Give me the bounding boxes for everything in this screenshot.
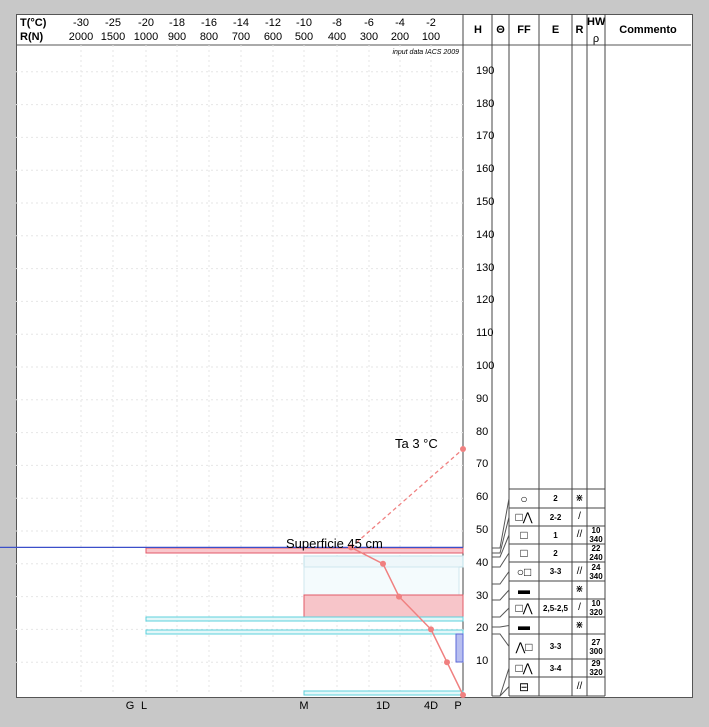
layer-connector: [492, 667, 510, 697]
surface-label: Superficie 45 cm: [286, 536, 383, 551]
layer-grain-size: 2,5-2,5: [543, 603, 568, 613]
layer-connector: [492, 571, 510, 585]
height-tick-label: 50: [476, 524, 489, 536]
height-tick-label: 20: [476, 622, 489, 635]
layer-resistance: ⋇: [575, 492, 584, 504]
snow-profile-chart: T(°C) R(N) -30 -25 -20 -18 -16 -14 -12 -10 -8 -6-…: [0, 0, 709, 727]
hardness-scale-label: 1D: [375, 700, 391, 712]
layer-grain-size: 2-2: [549, 512, 562, 522]
air-temperature-point: [460, 446, 466, 452]
layer-density: 340: [589, 535, 603, 544]
height-tick-label: 100: [476, 360, 495, 372]
height-tick-label: 10: [476, 655, 489, 668]
chart-svg: [0, 14, 691, 698]
layer-hardness-value: 22: [591, 544, 601, 553]
height-tick-label: 90: [476, 392, 489, 405]
layer-connector: [492, 589, 510, 601]
air-temperature-label: Ta 3 °C: [395, 436, 438, 451]
layer-grain-form: □⋀: [515, 661, 533, 675]
layer-hardness-value: 24: [591, 562, 601, 572]
layer-connector: [492, 625, 510, 628]
layer-grain-form: □⋀: [515, 601, 533, 615]
hardness-bar-crust: [303, 594, 464, 618]
height-tick-label: 170: [476, 130, 495, 143]
layer-grain-size: 3-3: [549, 642, 562, 651]
layer-resistance: ⋇: [575, 619, 584, 631]
layer-density: 320: [589, 668, 603, 677]
hardness-bar-hard: [455, 633, 464, 663]
layer-connector: [492, 633, 510, 647]
temperature-point: [380, 560, 386, 567]
hardness-bar-layer: [145, 616, 464, 622]
layer-resistance: /: [578, 602, 581, 613]
layer-grain-size: 3-3: [549, 567, 562, 576]
layer-resistance: //: [576, 565, 583, 577]
layer-grain-form: ▬: [518, 583, 530, 597]
layer-grain-size: 3-4: [549, 663, 562, 673]
height-tick-label: 110: [476, 327, 494, 340]
layer-grain-size: 2: [553, 494, 558, 503]
layer-grain-form: ⊟: [518, 679, 530, 694]
layer-hardness-value: 29: [591, 659, 601, 668]
layer-connector: [492, 607, 510, 618]
layer-grain-form: ⋀□: [515, 639, 533, 654]
height-tick-label: 160: [476, 163, 495, 176]
height-tick-label: 190: [476, 64, 495, 77]
temperature-point: [396, 593, 402, 600]
hardness-scale-label: P: [454, 700, 462, 712]
temperature-point: [460, 692, 466, 698]
layer-grain-form: □: [520, 528, 528, 542]
layer-grain-form: □: [520, 546, 528, 560]
hardness-scale-label: 4D: [423, 700, 439, 712]
layer-resistance: /: [578, 511, 581, 522]
layer-grain-form: ▬: [518, 618, 530, 633]
layer-resistance: //: [576, 529, 583, 540]
layer-density: 340: [589, 571, 603, 581]
layer-density: 320: [589, 608, 603, 617]
height-tick-label: 70: [476, 458, 489, 471]
height-tick-label: 130: [476, 261, 495, 274]
height-tick-label: 80: [476, 425, 489, 438]
layer-resistance: //: [576, 680, 583, 692]
hardness-scale-label: M: [299, 700, 309, 712]
height-tick-label: 140: [476, 228, 495, 241]
hardness-scale-label: L: [140, 700, 148, 712]
height-tick-label: 30: [476, 589, 489, 602]
height-tick-label: 120: [476, 294, 495, 307]
layer-grain-size: 1: [553, 530, 558, 540]
layer-grain-form: ○□: [516, 564, 532, 579]
temperature-point: [428, 626, 434, 633]
height-tick-label: 180: [476, 97, 495, 110]
layer-density: 300: [589, 646, 603, 656]
hardness-bar-layer: [145, 629, 464, 635]
layer-grain-form: □⋀: [515, 510, 533, 524]
layer-hardness-value: 10: [591, 599, 601, 608]
layer-density: 240: [589, 553, 603, 562]
layer-grain-form: ○: [520, 491, 528, 506]
height-tick-label: 40: [476, 556, 489, 569]
hardness-bar-base: [303, 690, 464, 696]
layer-hardness-value: 27: [591, 637, 601, 647]
height-tick-label: 150: [476, 196, 495, 208]
height-tick-label: 60: [476, 491, 489, 504]
hardness-bar-layer: [303, 566, 460, 596]
layer-grain-size: 2: [553, 548, 558, 558]
layer-hardness-value: 10: [591, 526, 601, 535]
temperature-point: [444, 659, 450, 666]
layer-resistance: ⋇: [575, 584, 584, 595]
